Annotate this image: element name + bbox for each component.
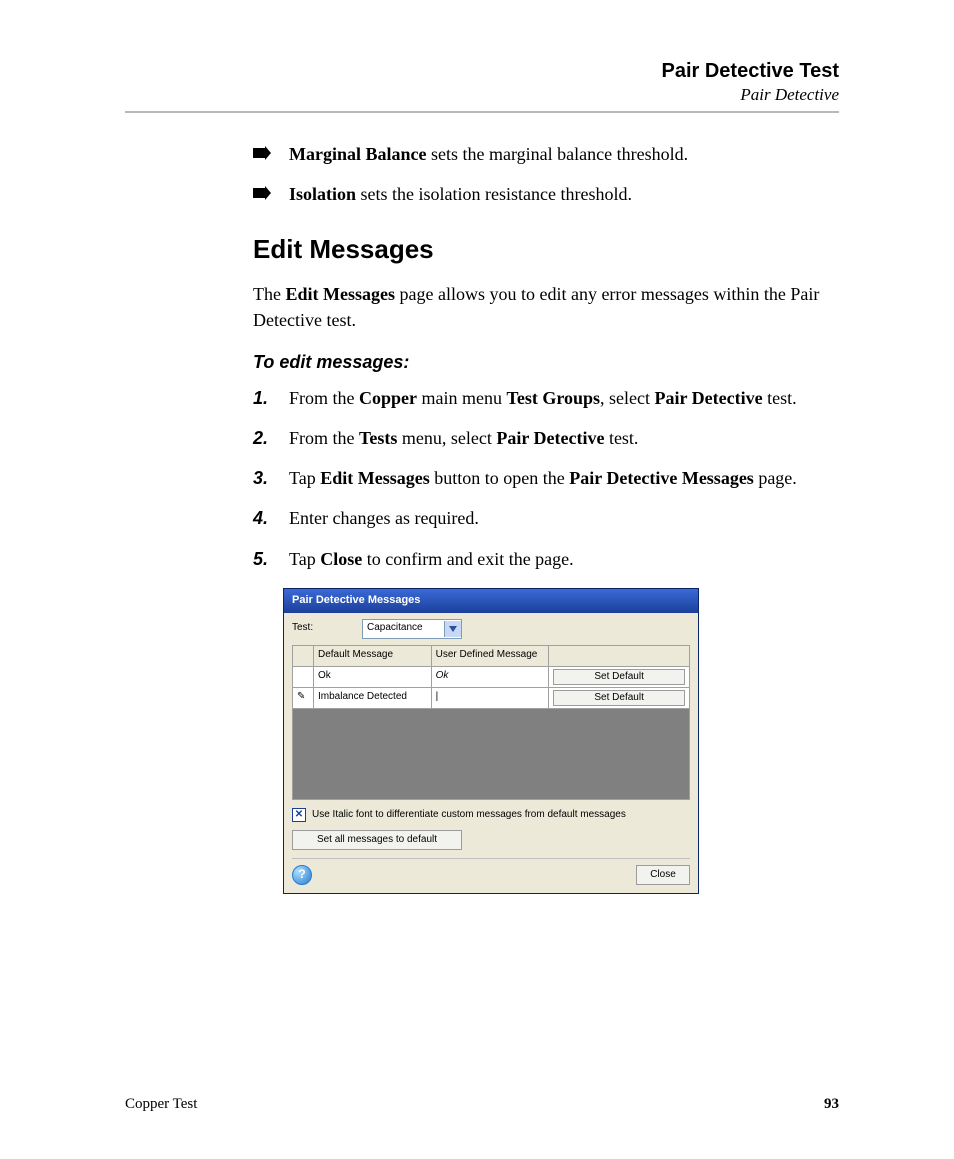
text-bold: Pair Detective	[655, 388, 763, 408]
table-row: Ok Ok Set Default	[293, 666, 690, 687]
pencil-icon: ✎	[293, 687, 314, 708]
step-number: 1.	[253, 385, 268, 411]
table-row: ✎ Imbalance Detected | Set Default	[293, 687, 690, 708]
header-rule	[125, 111, 839, 113]
text: Tap	[289, 468, 320, 488]
text: Enter changes as required.	[289, 508, 479, 528]
italic-font-checkbox[interactable]: ✕	[292, 808, 306, 822]
text-bold: Edit Messages	[285, 284, 395, 304]
test-label: Test:	[292, 621, 352, 636]
footer-left: Copper Test	[125, 1096, 197, 1113]
arrow-icon	[253, 186, 271, 200]
set-default-button[interactable]: Set Default	[553, 669, 685, 685]
step-4: 4. Enter changes as required.	[253, 505, 839, 531]
bullet-term: Isolation	[289, 184, 356, 204]
bullet-isolation: Isolation sets the isolation resistance …	[253, 181, 839, 207]
step-1: 1. From the Copper main menu Test Groups…	[253, 385, 839, 411]
text: test.	[604, 428, 638, 448]
step-number: 2.	[253, 425, 268, 451]
text-bold: Test Groups	[506, 388, 600, 408]
chevron-down-icon[interactable]	[444, 621, 461, 637]
step-5: 5. Tap Close to confirm and exit the pag…	[253, 546, 839, 572]
arrow-icon	[253, 146, 271, 160]
help-icon[interactable]: ?	[292, 865, 312, 885]
bullet-text: sets the marginal balance threshold.	[427, 144, 689, 164]
step-2: 2. From the Tests menu, select Pair Dete…	[253, 425, 839, 451]
bullet-text: sets the isolation resistance threshold.	[356, 184, 632, 204]
text: , select	[600, 388, 654, 408]
text-bold: Edit Messages	[320, 468, 430, 488]
messages-table: Default Message User Defined Message Ok …	[292, 645, 690, 709]
text: main menu	[417, 388, 506, 408]
text: From the	[289, 428, 359, 448]
pair-detective-messages-dialog: Pair Detective Messages Test: Capacitanc…	[283, 588, 699, 894]
text: menu, select	[397, 428, 496, 448]
text: to confirm and exit the page.	[362, 549, 573, 569]
cell-user[interactable]: |	[431, 687, 549, 708]
text-bold: Close	[320, 549, 362, 569]
text: The	[253, 284, 285, 304]
cell-default: Ok	[314, 666, 432, 687]
italic-font-checkbox-label: Use Italic font to differentiate custom …	[312, 808, 626, 823]
bullet-term: Marginal Balance	[289, 144, 427, 164]
bullet-marginal-balance: Marginal Balance sets the marginal balan…	[253, 141, 839, 167]
step-number: 3.	[253, 465, 268, 491]
col-default-header: Default Message	[314, 645, 432, 666]
close-button[interactable]: Close	[636, 865, 690, 885]
set-all-default-button[interactable]: Set all messages to default	[292, 830, 462, 850]
text: button to open the	[430, 468, 569, 488]
section-heading: Edit Messages	[253, 231, 839, 269]
col-user-header: User Defined Message	[431, 645, 549, 666]
text-bold: Pair Detective	[496, 428, 604, 448]
text: Tap	[289, 549, 320, 569]
section-paragraph: The Edit Messages page allows you to edi…	[253, 281, 839, 333]
text-bold: Copper	[359, 388, 417, 408]
text-bold: Pair Detective Messages	[569, 468, 754, 488]
footer-page-number: 93	[824, 1096, 839, 1113]
col-action-header	[549, 645, 690, 666]
procedure-title: To edit messages:	[253, 349, 839, 375]
cell-default: Imbalance Detected	[314, 687, 432, 708]
row-edit-icon	[293, 666, 314, 687]
test-combo[interactable]: Capacitance	[362, 619, 462, 639]
step-number: 5.	[253, 546, 268, 572]
text: From the	[289, 388, 359, 408]
cell-user[interactable]: Ok	[431, 666, 549, 687]
page-header-subtitle: Pair Detective	[125, 85, 839, 105]
set-default-button[interactable]: Set Default	[553, 690, 685, 706]
step-number: 4.	[253, 505, 268, 531]
table-empty-area	[292, 709, 690, 800]
step-3: 3. Tap Edit Messages button to open the …	[253, 465, 839, 491]
text: page.	[754, 468, 797, 488]
text-bold: Tests	[359, 428, 397, 448]
text: test.	[763, 388, 797, 408]
page-header-title: Pair Detective Test	[125, 60, 839, 83]
dialog-title: Pair Detective Messages	[284, 589, 698, 613]
col-icon-header	[293, 645, 314, 666]
test-combo-value: Capacitance	[363, 621, 444, 636]
